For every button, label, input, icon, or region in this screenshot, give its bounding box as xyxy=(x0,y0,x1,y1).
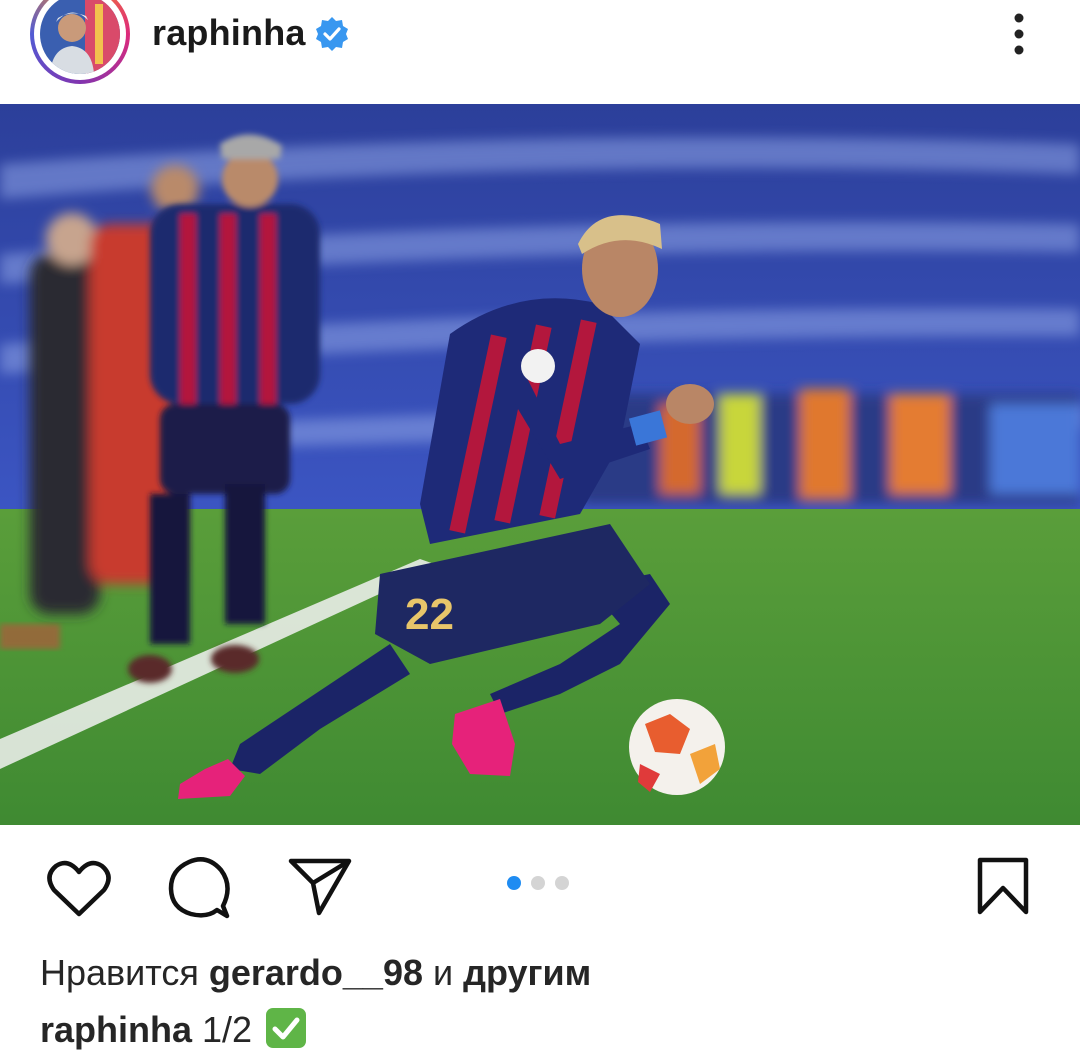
send-icon[interactable] xyxy=(287,857,353,917)
post-photo[interactable]: 22 xyxy=(0,104,1080,825)
story-ring[interactable] xyxy=(30,0,130,84)
shorts-number: 22 xyxy=(405,590,454,639)
likes-line: Нравится gerardo__98 и другим xyxy=(40,952,592,993)
heart-icon[interactable] xyxy=(46,858,112,920)
others-link[interactable]: другим xyxy=(463,952,591,993)
post-header: raphinha xyxy=(0,0,1080,104)
more-vertical-icon[interactable] xyxy=(1004,10,1034,60)
caption: raphinha 1/2 xyxy=(40,1008,307,1051)
carousel-dot xyxy=(555,876,569,890)
liked-by-user-link[interactable]: gerardo__98 xyxy=(209,952,423,993)
verified-badge-icon xyxy=(316,17,348,51)
header-username[interactable]: raphinha xyxy=(152,12,306,54)
carousel-dot-active xyxy=(507,876,521,890)
carousel-dot xyxy=(531,876,545,890)
caption-username[interactable]: raphinha xyxy=(40,1009,192,1050)
bookmark-icon[interactable] xyxy=(976,856,1030,916)
avatar[interactable] xyxy=(40,0,120,74)
comment-icon[interactable] xyxy=(167,856,233,920)
check-mark-button-icon xyxy=(266,1008,307,1048)
caption-text: 1/2 xyxy=(202,1009,253,1050)
ball xyxy=(629,699,725,795)
carousel-indicator xyxy=(507,876,569,890)
